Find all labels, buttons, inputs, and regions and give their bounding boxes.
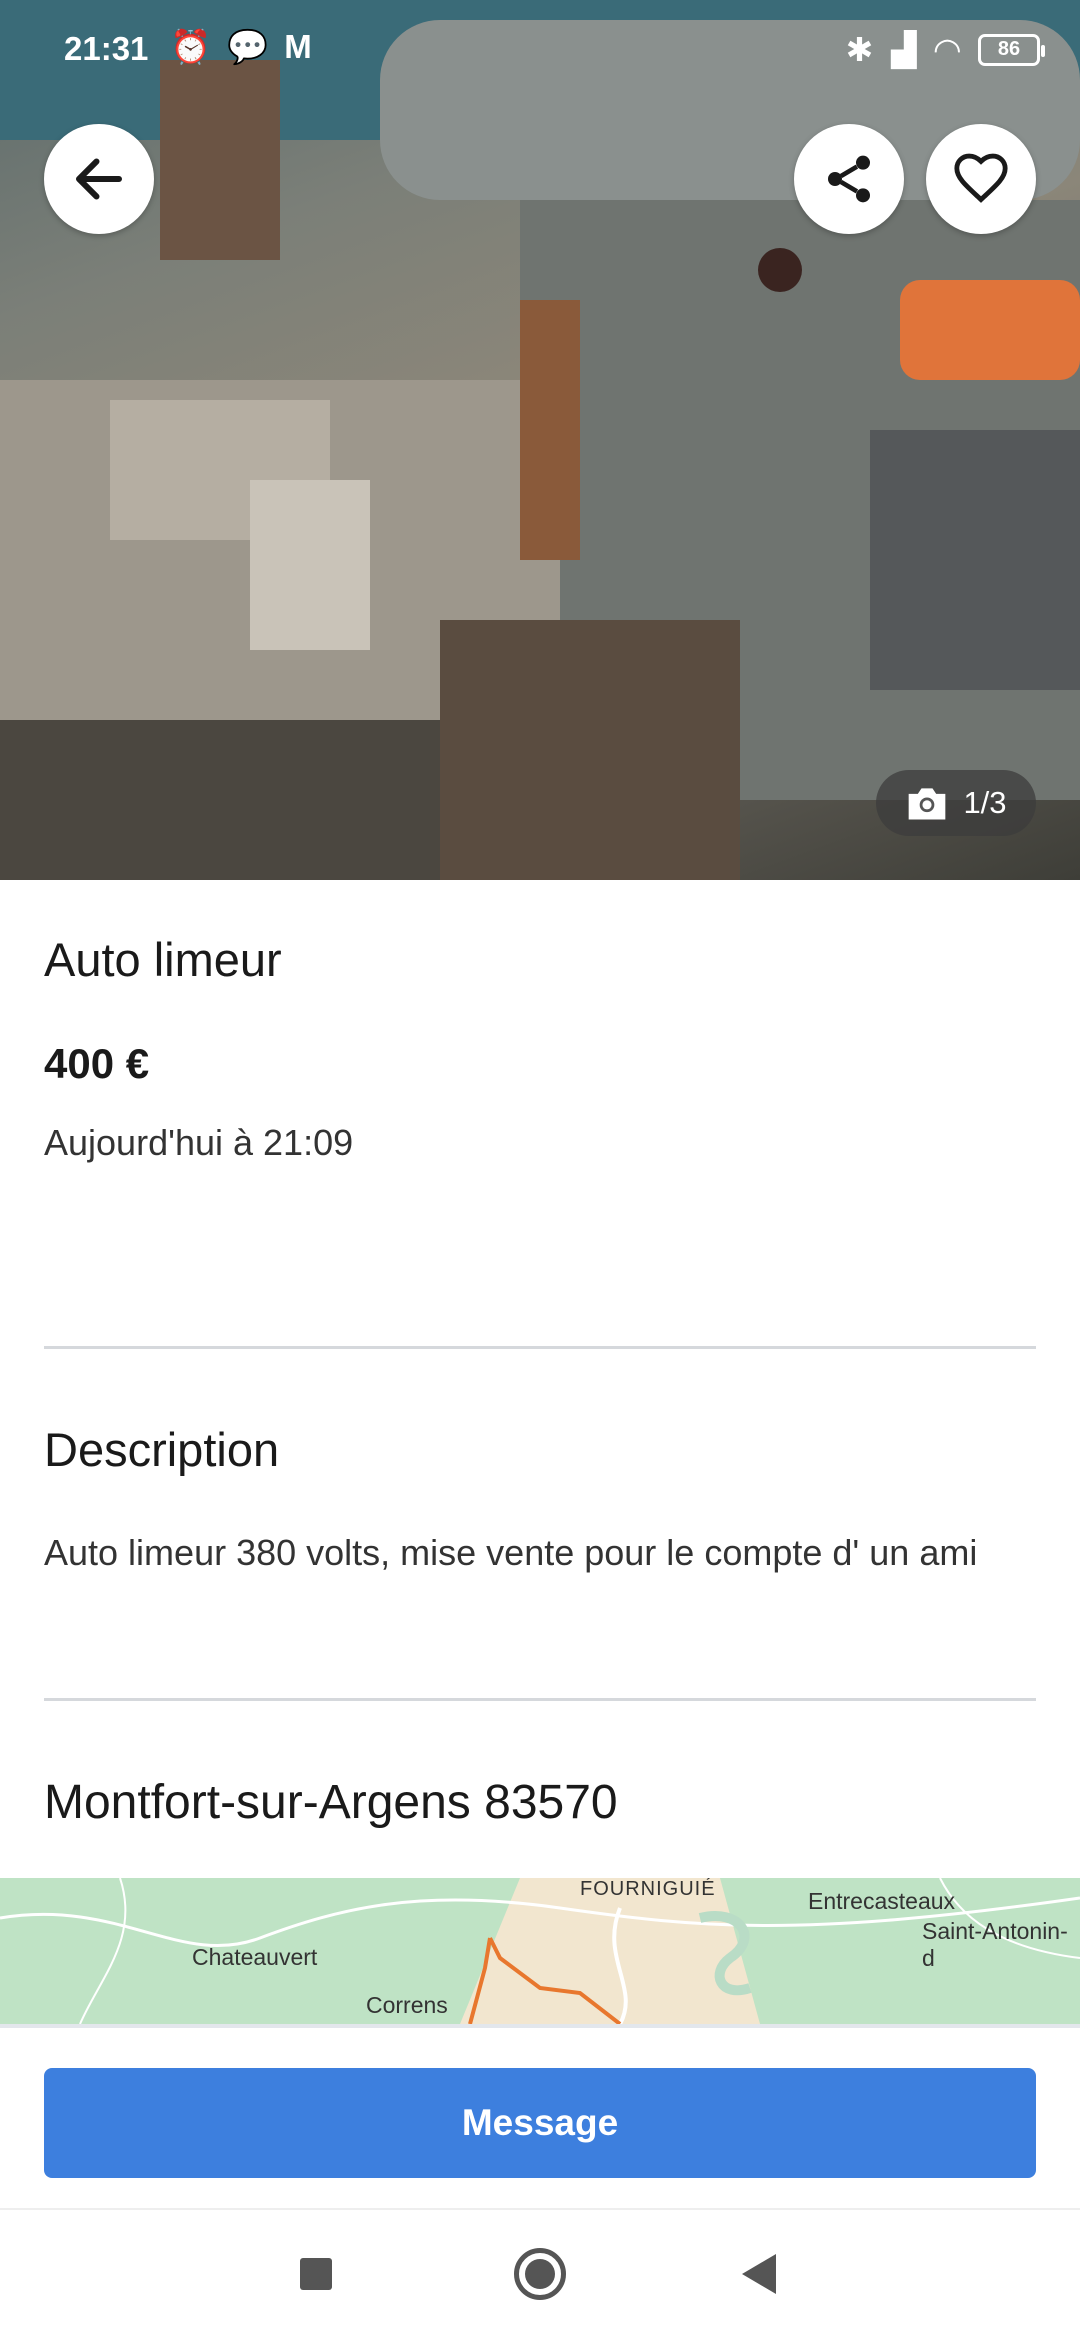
map-label-correns: Correns xyxy=(366,1992,448,2018)
bluetooth-icon: ✱ xyxy=(845,31,874,68)
listing-photo[interactable] xyxy=(0,0,1080,880)
location-map[interactable]: FOURNIGUIÉ Entrecasteaux Saint-Antonin-d… xyxy=(0,1878,1080,2024)
favorite-button[interactable] xyxy=(926,124,1036,234)
back-button[interactable] xyxy=(44,124,154,234)
gmail-icon: M xyxy=(284,28,312,65)
divider xyxy=(44,1698,1036,1701)
divider xyxy=(44,1346,1036,1349)
map-label-fourniguie: FOURNIGUIÉ xyxy=(580,1878,716,1900)
listing-title: Auto limeur xyxy=(44,933,282,986)
status-bar: 21:31 ⏰ 💬 M ✱ ▟ ◠ 86 xyxy=(0,0,1080,100)
description-text: Auto limeur 380 volts, mise vente pour l… xyxy=(44,1532,978,1573)
arrow-left-icon xyxy=(76,158,122,200)
listing-price: 400 € xyxy=(44,1040,150,1087)
alarm-icon: ⏰ xyxy=(170,28,212,65)
map-label-saint-antonin: Saint-Antonin-d xyxy=(922,1918,1068,1971)
chat-icon: 💬 xyxy=(227,28,269,65)
description-heading: Description xyxy=(44,1423,280,1476)
wifi-icon: ◠ xyxy=(934,31,960,68)
system-nav-bar xyxy=(0,2210,1080,2340)
machine-photo xyxy=(0,0,1080,880)
battery-indicator: 86 xyxy=(978,33,1045,66)
share-icon xyxy=(828,155,870,203)
status-time: 21:31 xyxy=(64,30,149,67)
location-heading: Montfort-sur-Argens 83570 xyxy=(44,1776,618,1829)
bottom-action-bar: Message xyxy=(0,2024,1080,2210)
heart-icon xyxy=(954,153,1008,203)
message-button[interactable]: Message xyxy=(44,2068,1036,2178)
map-label-entrecasteaux: Entrecasteaux xyxy=(808,1888,956,1914)
share-button[interactable] xyxy=(794,124,904,234)
back-triangle-icon[interactable] xyxy=(742,2254,776,2294)
signal-icon: ▟ xyxy=(891,31,917,68)
listing-date: Aujourd'hui à 21:09 xyxy=(44,1122,354,1163)
camera-icon xyxy=(909,788,946,820)
photo-counter-text: 1/3 xyxy=(963,785,1007,820)
photo-counter[interactable]: 1/3 xyxy=(876,770,1036,836)
recents-icon[interactable] xyxy=(300,2258,332,2290)
home-icon[interactable] xyxy=(514,2248,566,2300)
map-label-chateauvert: Chateauvert xyxy=(192,1944,318,1970)
